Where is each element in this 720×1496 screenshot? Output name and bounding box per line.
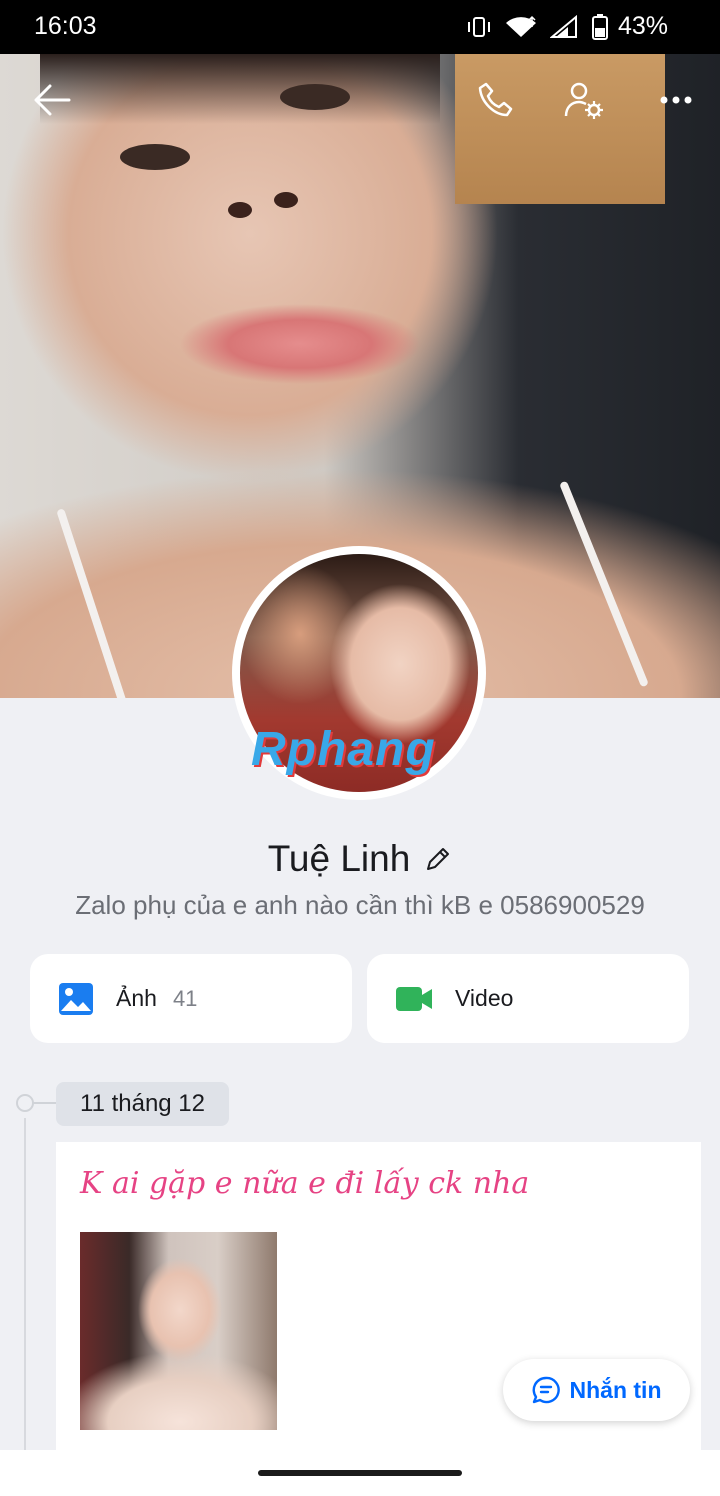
cover-eye-right [280,84,350,110]
timeline-date: 11 tháng 12 [56,1082,230,1126]
watermark: Rphang [251,723,436,776]
back-button[interactable] [24,72,80,128]
cover-hair [40,54,440,124]
photos-card[interactable]: Ảnh 41 [30,954,352,1043]
status-icons: 43% [466,12,668,41]
status-time: 16:03 [34,12,97,40]
timeline-line [24,1118,26,1458]
post-text: K ai gặp e nữa e đi lấy ck nha [80,1166,530,1201]
profile-name-row: Tuệ Linh [0,838,720,880]
vibrate-icon [467,16,490,37]
videos-card[interactable]: Video [367,954,689,1043]
profile-settings-button[interactable] [556,72,612,128]
back-icon [34,84,71,116]
status-bar: 16:03 43% [0,0,720,54]
timeline-connector [32,1102,56,1104]
navigation-bar [0,1450,720,1496]
photos-label: Ảnh [116,985,157,1011]
profile-name: Tuệ Linh [267,838,411,879]
cover-nostril-right [274,192,298,208]
more-options-button[interactable] [648,72,704,128]
cover-eye-left [120,144,190,170]
cover-strap-right [559,480,649,688]
edit-icon[interactable] [424,845,452,873]
photos-count: 41 [172,985,198,1011]
call-button[interactable] [468,72,524,128]
profile-bio: Zalo phụ của e anh nào cần thì kB e 0586… [75,890,645,920]
battery-percent: 43% [617,12,668,40]
post-image[interactable] [80,1232,277,1430]
cover-strap-left [56,508,132,698]
videos-label: Video [455,985,514,1011]
message-button[interactable]: Nhắn tin [503,1359,690,1421]
wifi-icon [505,15,536,37]
chat-icon [532,1376,560,1404]
message-button-label: Nhắn tin [569,1376,662,1403]
video-icon [395,985,433,1013]
signal-icon [549,14,577,38]
user-settings-icon [564,82,603,119]
image-icon [58,982,94,1016]
home-indicator[interactable] [258,1470,462,1476]
battery-icon [591,13,608,40]
more-icon [660,96,692,104]
phone-icon [478,82,513,117]
cover-nostril-left [228,202,252,218]
